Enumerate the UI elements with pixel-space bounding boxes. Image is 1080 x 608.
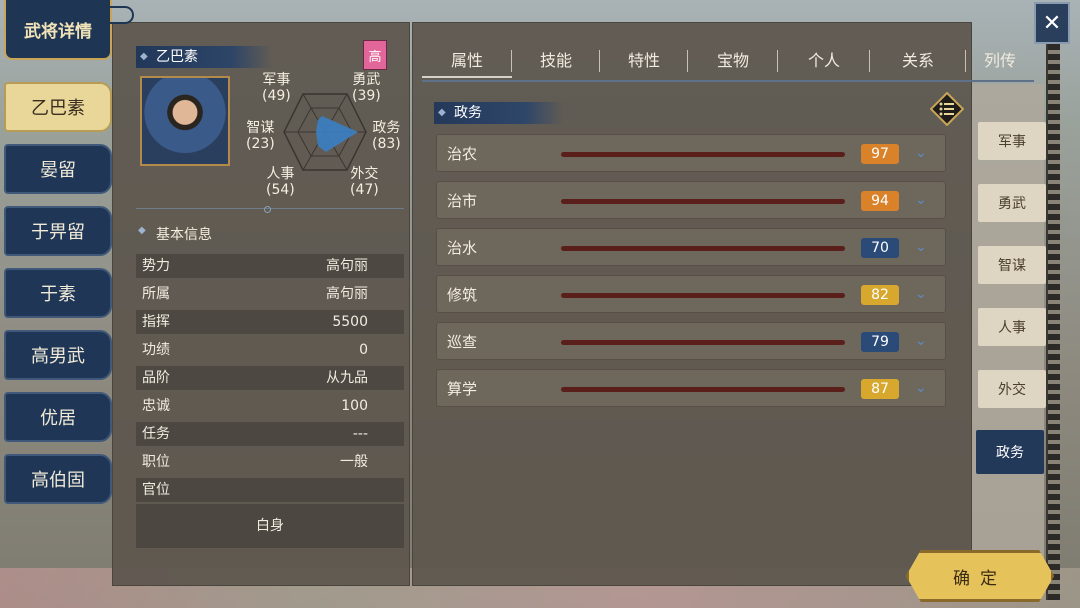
officer-item-6[interactable]: 高伯固 (4, 454, 112, 504)
chevron-down-icon[interactable]: ⌄ (915, 192, 927, 208)
list-icon[interactable] (930, 92, 964, 126)
tab-attributes[interactable]: 属性 (422, 44, 512, 78)
rank-badge: 高 (363, 40, 387, 70)
divider-dot (264, 206, 271, 213)
chain-decoration (1046, 44, 1060, 600)
ability-value: 70 (861, 238, 899, 258)
stat-military: 军事 (49) (262, 72, 291, 104)
info-row: 所属 高句丽 (136, 282, 404, 306)
chevron-down-icon[interactable]: ⌄ (915, 380, 927, 396)
ability-name: 巡查 (447, 333, 478, 351)
ability-value: 97 (861, 144, 899, 164)
info-row: 势力 高句丽 (136, 254, 404, 278)
ability-name: 治水 (447, 239, 478, 257)
stat-hexagon-chart (283, 93, 367, 171)
rank-text: 白身 (136, 504, 404, 548)
officer-item-2[interactable]: 于畀留 (4, 206, 112, 256)
tab-underline (422, 80, 1034, 82)
chevron-down-icon[interactable]: ⌄ (915, 145, 927, 161)
info-value: 从九品 (326, 370, 368, 386)
confirm-button[interactable]: 确定 (906, 550, 1054, 602)
info-label: 职位 (142, 454, 170, 470)
officer-item-1[interactable]: 晏留 (4, 144, 112, 194)
ability-row[interactable]: 修筑 82 ⌄ (436, 275, 946, 313)
info-value: 5500 (332, 314, 368, 330)
side-tab-strategy[interactable]: 智谋 (978, 246, 1046, 284)
info-row: 官位 (136, 478, 404, 502)
info-label: 势力 (142, 258, 170, 274)
chevron-down-icon[interactable]: ⌄ (915, 239, 927, 255)
officer-item-3[interactable]: 于素 (4, 268, 112, 318)
close-button[interactable]: ✕ (1034, 2, 1070, 44)
info-label: 忠诚 (142, 398, 170, 414)
stat-shape (316, 116, 358, 152)
ability-bar (561, 199, 845, 204)
ability-value: 82 (861, 285, 899, 305)
ability-bar (561, 387, 845, 392)
chevron-down-icon[interactable]: ⌄ (915, 333, 927, 349)
stat-valor: 勇武 (39) (352, 72, 381, 104)
side-tab-diplomacy[interactable]: 外交 (978, 370, 1046, 408)
info-row: 指挥 5500 (136, 310, 404, 334)
tab-traits[interactable]: 特性 (600, 44, 688, 78)
ability-bar (561, 340, 845, 345)
info-value: 0 (359, 342, 368, 358)
side-tab-politics[interactable]: 政务 (976, 430, 1044, 474)
ability-name: 治农 (447, 145, 478, 163)
info-row: 忠诚 100 (136, 394, 404, 418)
officer-item-0[interactable]: 乙巴素 (4, 82, 112, 132)
tab-personal[interactable]: 个人 (778, 44, 870, 78)
officer-item-4[interactable]: 高男武 (4, 330, 112, 380)
side-tab-personnel[interactable]: 人事 (978, 308, 1046, 346)
ability-bar (561, 152, 845, 157)
tab-relations[interactable]: 关系 (870, 44, 966, 78)
ability-name: 治市 (447, 192, 478, 210)
ability-value: 79 (861, 332, 899, 352)
info-value: 高句丽 (326, 258, 368, 274)
ability-row[interactable]: 巡查 79 ⌄ (436, 322, 946, 360)
info-label: 指挥 (142, 314, 170, 330)
ability-row[interactable]: 算学 87 ⌄ (436, 369, 946, 407)
section-title: 政务 (434, 102, 564, 124)
info-row: 品阶 从九品 (136, 366, 404, 390)
tab-treasures[interactable]: 宝物 (688, 44, 778, 78)
ability-name: 算学 (447, 380, 478, 398)
ability-name: 修筑 (447, 286, 478, 304)
info-row: 功绩 0 (136, 338, 404, 362)
ability-row[interactable]: 治水 70 ⌄ (436, 228, 946, 266)
ability-row[interactable]: 治市 94 ⌄ (436, 181, 946, 219)
ability-row[interactable]: 治农 97 ⌄ (436, 134, 946, 172)
info-label: 官位 (142, 482, 170, 498)
info-label: 功绩 (142, 342, 170, 358)
stat-diplomacy: 外交 (47) (350, 166, 379, 198)
info-label: 所属 (142, 286, 170, 302)
close-icon: ✕ (1042, 10, 1062, 36)
window-title: 武将详情 (4, 0, 134, 60)
stat-politics: 政务 (83) (372, 120, 401, 152)
ability-bar (561, 293, 845, 298)
ability-value: 87 (861, 379, 899, 399)
officer-portrait (140, 76, 230, 166)
basic-info-title: 基本信息 (136, 224, 212, 244)
tab-bar: 属性 技能 特性 宝物 个人 关系 列传 (422, 44, 1034, 82)
info-row: 任务 --- (136, 422, 404, 446)
info-label: 任务 (142, 426, 170, 442)
info-value: --- (352, 426, 368, 442)
ability-bar (561, 246, 845, 251)
tab-biography[interactable]: 列传 (966, 44, 1034, 78)
ability-value: 94 (861, 191, 899, 211)
tab-skills[interactable]: 技能 (512, 44, 600, 78)
side-tab-valor[interactable]: 勇武 (978, 184, 1046, 222)
officer-name: 乙巴素 (136, 46, 272, 68)
info-value: 一般 (340, 454, 368, 470)
info-value: 高句丽 (326, 286, 368, 302)
info-row: 职位 一般 (136, 450, 404, 474)
side-tab-military[interactable]: 军事 (978, 122, 1046, 160)
stat-strategy: 智谋 (23) (246, 120, 275, 152)
info-value: 100 (341, 398, 368, 414)
stat-personnel: 人事 (54) (266, 166, 295, 198)
chevron-down-icon[interactable]: ⌄ (915, 286, 927, 302)
info-label: 品阶 (142, 370, 170, 386)
officer-item-5[interactable]: 优居 (4, 392, 112, 442)
